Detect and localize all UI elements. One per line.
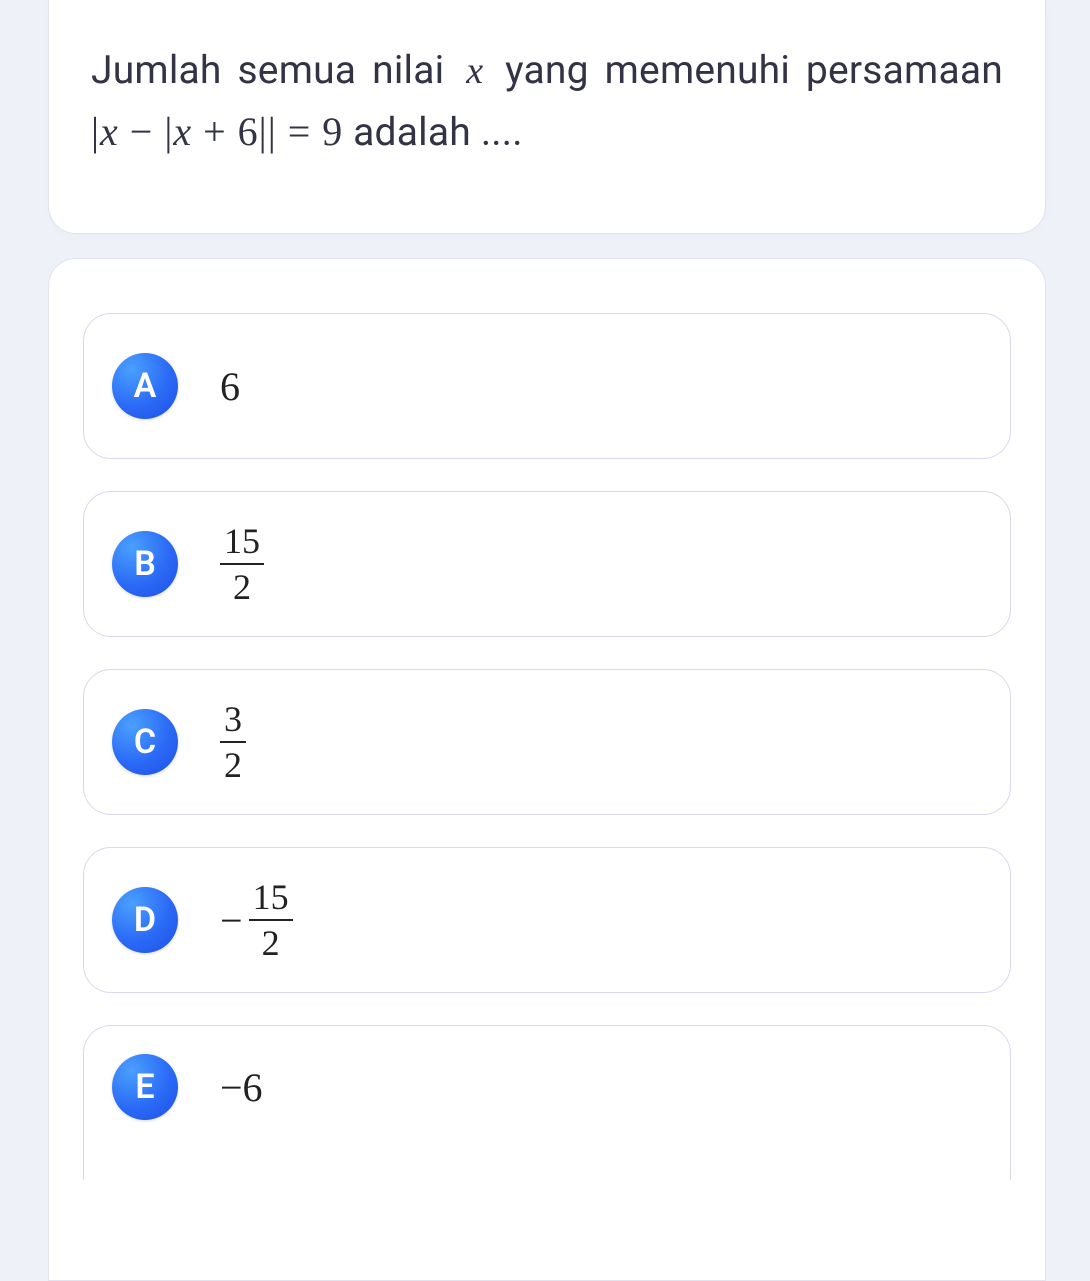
option-letter: A	[112, 353, 178, 419]
option-letter: B	[112, 531, 178, 597]
question-card: Jumlah semua nilai x yang memenuhi persa…	[48, 0, 1046, 234]
fraction-denominator: 2	[258, 921, 284, 961]
question-mid: yang memenuhi persamaan	[505, 47, 1003, 93]
option-c[interactable]: C 3 2	[83, 669, 1011, 815]
option-letter: E	[112, 1054, 178, 1120]
option-letter: C	[112, 709, 178, 775]
fraction-numerator: 3	[220, 701, 246, 743]
option-value: 3 2	[220, 701, 246, 783]
fraction: 15 2	[249, 879, 293, 961]
question-variable: x	[460, 50, 489, 92]
option-value: 6	[220, 363, 240, 410]
option-d[interactable]: D − 15 2	[83, 847, 1011, 993]
negative-sign: −	[220, 897, 249, 944]
option-letter: D	[112, 887, 178, 953]
option-a[interactable]: A 6	[83, 313, 1011, 459]
fraction: 3 2	[220, 701, 246, 783]
option-value: −6	[220, 1064, 263, 1111]
option-e[interactable]: E −6	[83, 1025, 1011, 1180]
fraction-numerator: 15	[249, 879, 293, 921]
option-value: 15 2	[220, 523, 264, 605]
question-text: Jumlah semua nilai x yang memenuhi persa…	[91, 40, 1003, 163]
question-prefix: Jumlah semua nilai	[91, 47, 444, 93]
question-suffix: adalah ....	[353, 109, 523, 155]
fraction: 15 2	[220, 523, 264, 605]
option-value: − 15 2	[220, 879, 293, 961]
option-b[interactable]: B 15 2	[83, 491, 1011, 637]
fraction-numerator: 15	[220, 523, 264, 565]
fraction-denominator: 2	[229, 565, 255, 605]
answers-card: A 6 B 15 2 C 3 2 D −	[48, 258, 1046, 1281]
fraction-denominator: 2	[220, 743, 246, 783]
question-equation: |x − |x + 6|| = 9	[91, 109, 343, 154]
